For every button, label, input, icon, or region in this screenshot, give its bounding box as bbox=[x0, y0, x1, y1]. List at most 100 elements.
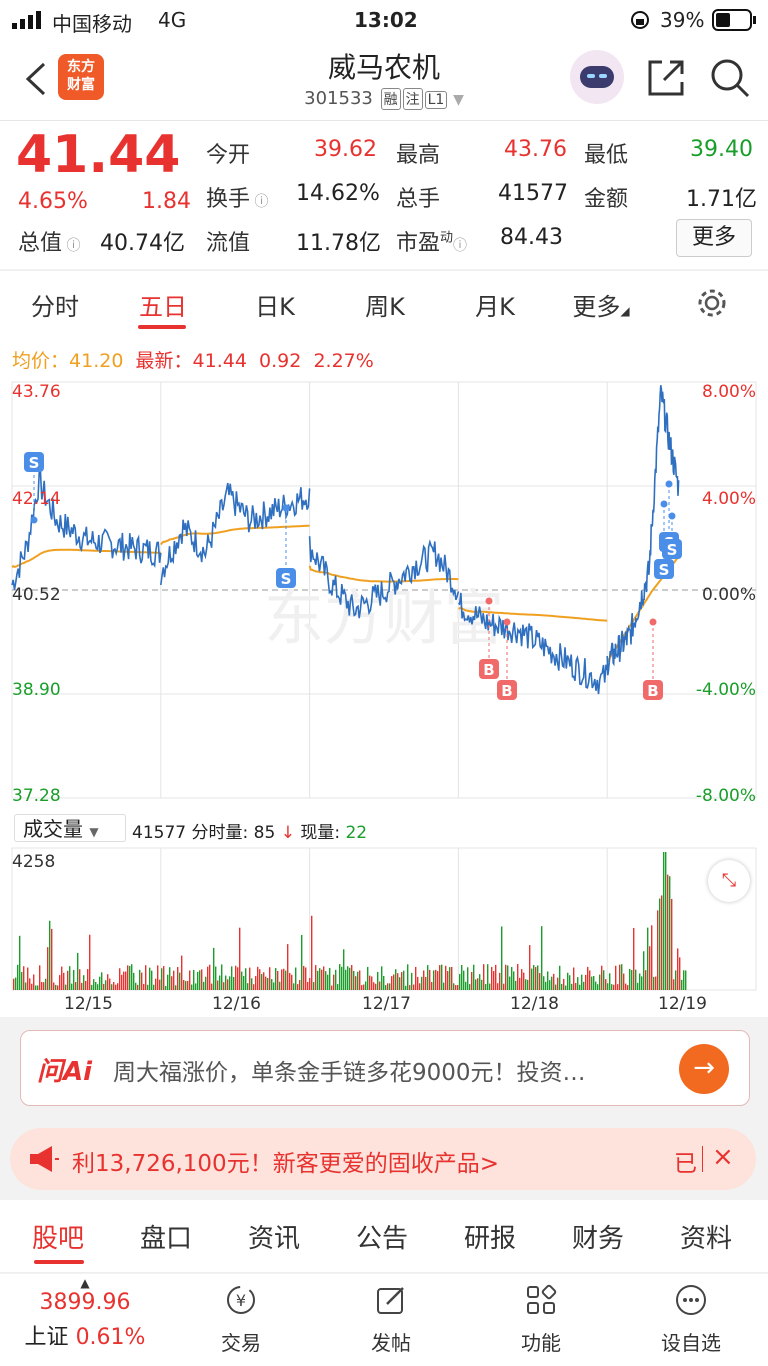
nav-trade[interactable]: ¥ 交易 bbox=[186, 1284, 296, 1356]
nav-watchlist[interactable]: 设自选 bbox=[636, 1284, 746, 1356]
volume-bar bbox=[209, 964, 211, 990]
ai-suggestion-text[interactable]: 周大福涨价，单条金手链多花9000元！投资… bbox=[113, 1053, 653, 1087]
volume-bar bbox=[237, 967, 239, 990]
volume-bar bbox=[447, 971, 449, 990]
volume-bar bbox=[279, 981, 281, 990]
volume-bar bbox=[379, 981, 381, 990]
volume-bar bbox=[331, 985, 333, 990]
volume-bar bbox=[549, 980, 551, 990]
volume-bar bbox=[427, 965, 429, 990]
volume-bar bbox=[315, 965, 317, 990]
volume-bar bbox=[625, 983, 627, 990]
volume-bar bbox=[339, 964, 341, 990]
volume-chart-canvas[interactable] bbox=[0, 846, 768, 992]
tab-announcements[interactable]: 公告 bbox=[342, 1218, 422, 1255]
volume-bar bbox=[135, 982, 137, 990]
volume-bar bbox=[345, 969, 347, 990]
stock-header: 东方 财富 威马农机 301533 融注 L1 ▼ bbox=[0, 40, 768, 120]
volume-bar bbox=[27, 967, 29, 990]
price-line bbox=[606, 385, 680, 676]
volume-bar bbox=[523, 972, 525, 990]
nav-post[interactable]: 发帖 bbox=[336, 1284, 446, 1356]
volume-bar bbox=[113, 982, 115, 990]
volume-bar bbox=[207, 966, 209, 990]
volume-bar bbox=[443, 982, 445, 990]
volume-bar bbox=[623, 973, 625, 990]
volume-bar bbox=[467, 967, 469, 990]
tab-five-day[interactable]: 五日 bbox=[118, 287, 208, 322]
tab-intraday[interactable]: 分时 bbox=[10, 287, 100, 322]
promo-banner[interactable]: 利13,726,100元！新客更爱的固收产品> 已 × bbox=[10, 1128, 756, 1190]
svg-text:¥: ¥ bbox=[236, 1291, 246, 1310]
tick-volume-label: 分时量: bbox=[191, 823, 249, 843]
volume-bar bbox=[383, 975, 385, 990]
tab-weekly-k[interactable]: 周K bbox=[340, 287, 430, 322]
volume-bar bbox=[575, 982, 577, 990]
volume-bar bbox=[361, 985, 363, 990]
volume-bar bbox=[671, 898, 673, 990]
turnover-label: 换手 ⓘ bbox=[206, 187, 269, 212]
volume-bar bbox=[285, 970, 287, 990]
close-icon[interactable]: × bbox=[712, 1142, 734, 1172]
five-day-chart[interactable]: 均价：41.20 最新：41.44 0.92 2.27% 东方财富SSSSSBB… bbox=[0, 334, 768, 1017]
ai-go-button[interactable]: → bbox=[679, 1044, 729, 1094]
share-icon[interactable] bbox=[646, 58, 686, 98]
volume-bar bbox=[145, 965, 147, 990]
volume-bar bbox=[665, 852, 667, 990]
ai-question-bar[interactable]: 问Ai 周大福涨价，单条金手链多花9000元！投资… → bbox=[20, 1030, 750, 1106]
tick-volume-value: 85 bbox=[253, 823, 276, 843]
buy-marker-dot bbox=[649, 618, 657, 626]
more-button[interactable]: 更多 bbox=[676, 219, 752, 257]
tab-daily-k[interactable]: 日K bbox=[230, 287, 320, 322]
nav-functions[interactable]: 功能 bbox=[486, 1284, 596, 1356]
volume-bar bbox=[561, 983, 563, 990]
volume-bar bbox=[177, 967, 179, 990]
index-ticker[interactable]: ▲ 3899.96 上证 0.61% bbox=[10, 1276, 160, 1351]
volume-bar bbox=[35, 985, 37, 990]
volume-indicator-select[interactable]: 成交量 ▼ bbox=[14, 814, 126, 842]
tab-orderbook[interactable]: 盘口 bbox=[126, 1218, 206, 1255]
volume-bar bbox=[309, 978, 311, 990]
volume-bar bbox=[17, 964, 19, 990]
expand-icon[interactable]: ⤡ bbox=[708, 860, 750, 902]
volume-bar bbox=[521, 969, 523, 990]
volume-bar bbox=[423, 970, 425, 990]
volume-bar bbox=[639, 973, 641, 990]
tab-profile[interactable]: 资料 bbox=[666, 1218, 746, 1255]
volume-bar bbox=[323, 966, 325, 990]
promo-text[interactable]: 利13,726,100元！新客更爱的固收产品> bbox=[72, 1144, 499, 1178]
volume-bar bbox=[609, 973, 611, 990]
price-chart-canvas[interactable]: 东方财富SSSSSBBB bbox=[0, 374, 768, 814]
active-tab-indicator bbox=[138, 325, 186, 329]
tab-more[interactable]: 更多◢ bbox=[556, 287, 646, 322]
volume-bar bbox=[445, 965, 447, 990]
volume-bar bbox=[413, 984, 415, 990]
sell-marker-dot bbox=[30, 516, 38, 524]
volume-bar bbox=[441, 964, 443, 990]
gear-icon[interactable] bbox=[696, 287, 728, 319]
tab-financials[interactable]: 财务 bbox=[558, 1218, 638, 1255]
volume-bar bbox=[163, 966, 165, 990]
tab-monthly-k[interactable]: 月K bbox=[450, 287, 540, 322]
volume-bar bbox=[517, 964, 519, 990]
volume-bar bbox=[211, 983, 213, 990]
volume-bar bbox=[239, 927, 241, 990]
volume-bar bbox=[295, 967, 297, 990]
assistant-avatar[interactable] bbox=[570, 50, 624, 104]
tab-news[interactable]: 资讯 bbox=[234, 1218, 314, 1255]
volume-info-line: 41577 分时量: 85 ↓ 现量: 22 bbox=[132, 818, 367, 843]
volume-bar bbox=[335, 969, 337, 990]
volume-bar bbox=[253, 984, 255, 990]
volume-bar bbox=[223, 982, 225, 990]
volume-bar bbox=[531, 968, 533, 990]
tab-forum[interactable]: 股吧 bbox=[18, 1218, 98, 1255]
volume-bar bbox=[71, 983, 73, 990]
volume-bar bbox=[189, 970, 191, 990]
search-icon[interactable] bbox=[710, 58, 750, 98]
tab-research[interactable]: 研报 bbox=[450, 1218, 530, 1255]
volume-bar bbox=[603, 970, 605, 990]
volume-bar bbox=[225, 975, 227, 990]
volume-bar bbox=[635, 969, 637, 990]
status-bar: 中国移动 4G 13:02 39% bbox=[0, 0, 768, 40]
volume-bar bbox=[301, 934, 303, 990]
